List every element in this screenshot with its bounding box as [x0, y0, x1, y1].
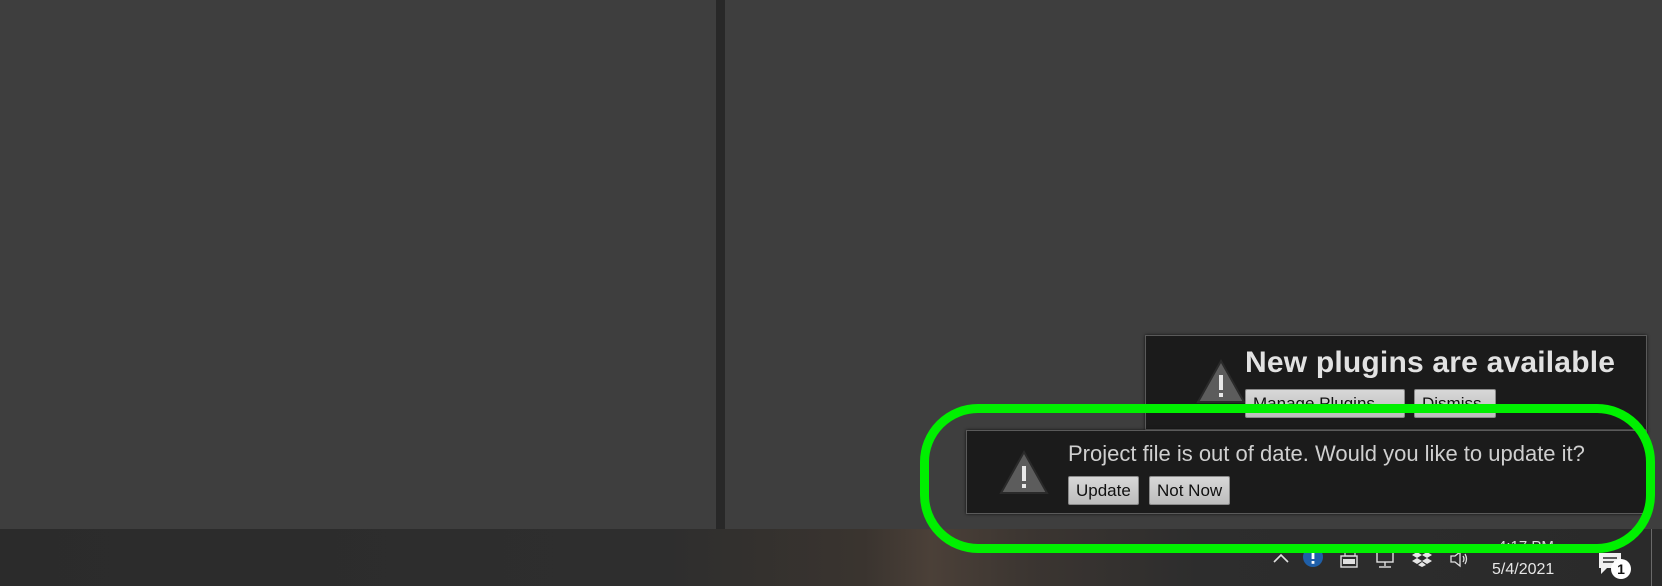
notification-count-badge: 1	[1611, 559, 1631, 579]
volume-icon[interactable]	[1448, 548, 1470, 570]
screen: New plugins are available Manage Plugins…	[0, 0, 1662, 586]
editor-viewport-left[interactable]	[0, 0, 716, 529]
clock-time[interactable]: 4:17 PM	[1498, 533, 1554, 547]
network-icon[interactable]	[1374, 548, 1396, 570]
plugins-notification-title: New plugins are available	[1245, 346, 1616, 379]
project-update-message: Project file is out of date. Would you l…	[1068, 441, 1585, 466]
dismiss-button[interactable]: Dismiss	[1414, 389, 1496, 418]
storage-icon[interactable]	[1338, 548, 1360, 570]
manage-plugins-button[interactable]: Manage Plugins...	[1245, 389, 1405, 418]
not-now-button[interactable]: Not Now	[1149, 476, 1231, 505]
update-button[interactable]: Update	[1068, 476, 1139, 505]
plugins-notification-body: New plugins are available Manage Plugins…	[1146, 336, 1648, 429]
plugins-notification: New plugins are available Manage Plugins…	[1145, 335, 1647, 430]
project-update-notification: Project file is out of date. Would you l…	[966, 430, 1647, 514]
alert-icon[interactable]	[1302, 546, 1324, 568]
pane-splitter[interactable]	[716, 0, 725, 529]
chevron-up-icon[interactable]	[1270, 548, 1292, 570]
show-desktop-button[interactable]	[1651, 529, 1652, 586]
warning-triangle-icon	[999, 449, 1049, 494]
warning-triangle-icon	[1196, 358, 1246, 403]
clock-date[interactable]: 5/4/2021	[1492, 561, 1554, 579]
dropbox-icon[interactable]	[1411, 548, 1433, 570]
